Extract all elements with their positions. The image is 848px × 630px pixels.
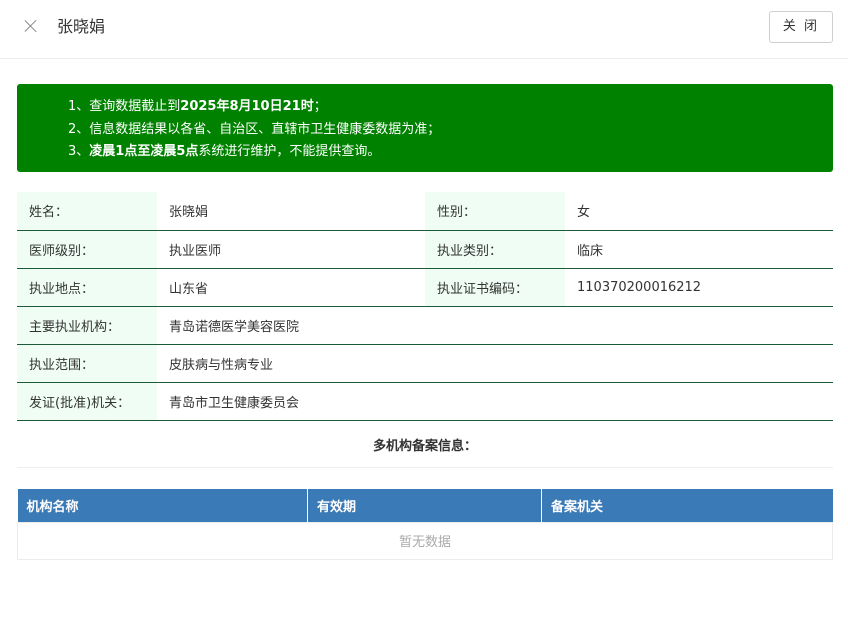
empty-placeholder: 暂无数据: [17, 521, 833, 560]
dialog-header: 张晓娟 关 闭: [0, 0, 848, 59]
name-label: 姓名：: [17, 192, 157, 231]
table-row: 发证(批准)机关： 青岛市卫生健康委员会: [17, 382, 833, 421]
dialog-title: 张晓娟: [57, 17, 106, 36]
gender-label: 性别：: [425, 192, 565, 231]
authority-label: 发证(批准)机关：: [17, 382, 157, 421]
level-value: 执业医师: [157, 230, 425, 269]
notice-emphasis: 2025年8月10日21时: [180, 99, 314, 114]
scope-label: 执业范围：: [17, 344, 157, 383]
table-header-row: 机构名称 有效期 备案机关: [17, 489, 833, 522]
notice-emphasis: 凌晨1点至凌晨5点: [89, 144, 199, 159]
close-icon[interactable]: [22, 17, 40, 35]
institution-label: 主要执业机构：: [17, 306, 157, 345]
column-header-authority[interactable]: 备案机关: [541, 489, 833, 522]
notice-line-2: 2、信息数据结果以各省、自治区、直辖市卫生健康委数据为准；: [68, 119, 833, 142]
notice-banner: 1、查询数据截止到2025年8月10日21时； 2、信息数据结果以各省、自治区、…: [17, 84, 833, 172]
gender-value: 女: [565, 192, 833, 231]
column-header-validity[interactable]: 有效期: [307, 489, 542, 522]
notice-text: 3、: [68, 144, 90, 159]
level-label: 医师级别：: [17, 230, 157, 269]
authority-value: 青岛市卫生健康委员会: [157, 382, 833, 421]
multi-registration-table: 机构名称 有效期 备案机关 暂无数据: [17, 489, 833, 560]
cert-label: 执业证书编码：: [425, 268, 565, 307]
table-row: 姓名： 张晓娟 性别： 女: [17, 192, 833, 231]
column-header-institution[interactable]: 机构名称: [17, 489, 308, 522]
doctor-info-table: 姓名： 张晓娟 性别： 女 医师级别： 执业医师 执业类别： 临床 执业地点： …: [17, 192, 833, 421]
category-value: 临床: [565, 230, 833, 269]
notice-text: ；: [313, 99, 327, 114]
institution-value: 青岛诺德医学美容医院: [157, 306, 833, 345]
table-row: 执业范围： 皮肤病与性病专业: [17, 344, 833, 383]
location-label: 执业地点：: [17, 268, 157, 307]
table-row: 暂无数据: [17, 521, 833, 560]
table-row: 主要执业机构： 青岛诺德医学美容医院: [17, 306, 833, 345]
close-button[interactable]: 关 闭: [769, 11, 833, 43]
multi-registration-title: 多机构备案信息：: [17, 426, 833, 468]
cert-value: 110370200016212: [565, 268, 833, 307]
category-label: 执业类别：: [425, 230, 565, 269]
table-row: 医师级别： 执业医师 执业类别： 临床: [17, 230, 833, 269]
name-value: 张晓娟: [157, 192, 425, 231]
table-row: 执业地点： 山东省 执业证书编码： 110370200016212: [17, 268, 833, 307]
notice-text: 系统进行维护，不能提供查询。: [198, 144, 381, 159]
notice-line-3: 3、凌晨1点至凌晨5点系统进行维护，不能提供查询。: [68, 141, 833, 164]
notice-text: 1、查询数据截止到: [68, 99, 181, 114]
location-value: 山东省: [157, 268, 425, 307]
notice-line-1: 1、查询数据截止到2025年8月10日21时；: [68, 96, 833, 119]
notice-text: 2、信息数据结果以各省、自治区、直辖市卫生健康委数据为准；: [68, 121, 441, 137]
scope-value: 皮肤病与性病专业: [157, 344, 833, 383]
